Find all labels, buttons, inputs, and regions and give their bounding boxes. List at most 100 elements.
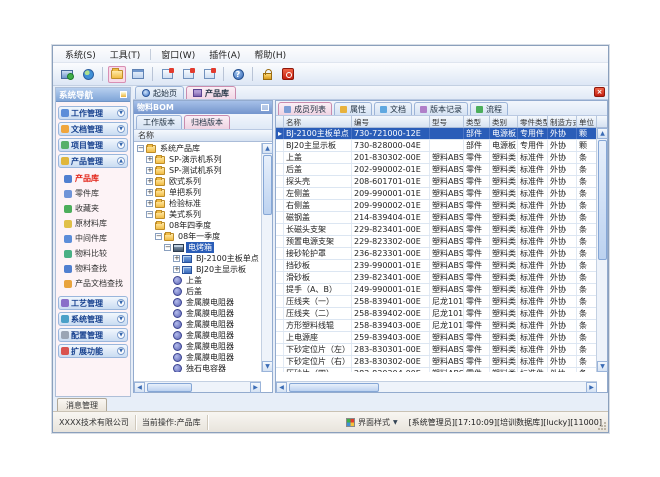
table-row[interactable]: 下砂定位片（左）283-830301-00E塑料ABS零件塑料类标准件外协条 — [276, 344, 597, 356]
column-header-类别[interactable]: 类别 — [490, 116, 518, 127]
table-row[interactable]: BJ20主显示板730-828000-04E部件电源板专用件外协颗 — [276, 140, 597, 152]
chevron-down-icon[interactable]: ▼ — [117, 109, 125, 117]
chevron-up-icon[interactable]: ▲ — [117, 157, 125, 165]
exit-button[interactable] — [279, 66, 297, 83]
expand-icon[interactable]: + — [173, 255, 180, 262]
sidebar-section-项目管理[interactable]: 项目管理▼ — [58, 138, 128, 152]
tree-node-后盖[interactable]: 后盖 — [134, 286, 261, 297]
pin-icon[interactable] — [261, 104, 269, 111]
sidebar-item-物料比较[interactable]: 物料比较 — [64, 246, 128, 261]
scrollbar-thumb[interactable] — [289, 383, 379, 392]
column-header-编号[interactable]: 编号 — [352, 116, 430, 127]
sidebar-item-零件库[interactable]: 零件库 — [64, 186, 128, 201]
ui-style-button[interactable]: 界面样式 ▼ — [341, 417, 403, 428]
collapse-icon[interactable]: − — [146, 211, 153, 218]
tree-node-金属膜电阻器[interactable]: 金属膜电阻器 — [134, 319, 261, 330]
tree-node-金属膜电阻器[interactable]: 金属膜电阻器 — [134, 308, 261, 319]
chevron-down-icon[interactable]: ▼ — [117, 141, 125, 149]
tab-流程[interactable]: 流程 — [470, 102, 508, 115]
scroll-down-icon[interactable]: ▼ — [597, 361, 608, 372]
expand-icon[interactable]: + — [146, 200, 153, 207]
chevron-down-icon[interactable]: ▼ — [117, 331, 125, 339]
tree-node-独石电容器[interactable]: 独石电容器 — [134, 363, 261, 372]
tree-node-单把系列[interactable]: +单把系列 — [134, 187, 261, 198]
scroll-left-icon[interactable]: ◀ — [276, 382, 287, 393]
tree-node-检验标准[interactable]: +检验标准 — [134, 198, 261, 209]
collapse-icon[interactable]: − — [137, 145, 144, 152]
tree-horizontal-scrollbar[interactable]: ◀ ▶ — [134, 381, 261, 392]
tree-node-美式系列[interactable]: −美式系列 — [134, 209, 261, 220]
sidebar-section-扩展功能[interactable]: 扩展功能▼ — [58, 344, 128, 358]
chevron-down-icon[interactable]: ▼ — [117, 299, 125, 307]
message-manager-tab[interactable]: 消息管理 — [57, 398, 107, 411]
table-horizontal-scrollbar[interactable]: ◀ ▶ — [276, 381, 597, 392]
doc-tab-产品库[interactable]: 产品库 — [186, 86, 236, 99]
close-document-button[interactable]: × — [594, 87, 605, 97]
scroll-down-icon[interactable]: ▼ — [262, 361, 273, 372]
tab-属性[interactable]: 属性 — [334, 102, 372, 115]
table-row[interactable]: ▸BJ-2100主板单点730-721000-12E部件电源板专用件外协颗 — [276, 128, 597, 140]
resize-grip[interactable] — [597, 421, 607, 431]
column-header-制造方式[interactable]: 制造方式 — [548, 116, 577, 127]
expand-icon[interactable]: + — [146, 178, 153, 185]
menu-item-2[interactable]: 工具(T) — [104, 47, 147, 62]
version-tab-工作版本[interactable]: 工作版本 — [136, 115, 182, 129]
version-tab-归档版本[interactable]: 归档版本 — [184, 115, 230, 129]
column-header-单位[interactable]: 单位 — [577, 116, 597, 127]
tree-node-BJ20主显示板[interactable]: +BJ20主显示板 — [134, 264, 261, 275]
tab-版本记录[interactable]: 版本记录 — [414, 102, 468, 115]
scrollbar-thumb[interactable] — [598, 140, 607, 260]
tree-node-系统产品库[interactable]: −系统产品库 — [134, 143, 261, 154]
tree-node-欧式系列[interactable]: +欧式系列 — [134, 176, 261, 187]
table-row[interactable]: 压线夹（二）258-839402-00E尼龙1010零件塑料类标准件外协条 — [276, 308, 597, 320]
tree-node-SP-演示机系列[interactable]: +SP-演示机系列 — [134, 154, 261, 165]
bom-grid-button[interactable] — [129, 66, 147, 83]
doc-checkout-button[interactable] — [179, 66, 197, 83]
expand-icon[interactable]: + — [146, 167, 153, 174]
chevron-down-icon[interactable]: ▼ — [117, 315, 125, 323]
tree-vertical-scrollbar[interactable]: ▲ ▼ — [261, 143, 272, 372]
column-header-零件类型[interactable]: 零件类型 — [518, 116, 548, 127]
table-row[interactable]: 挡砂板239-990001-01E塑料ABS零件塑料类标准件外协条 — [276, 260, 597, 272]
tree-column-header[interactable]: 名称 — [134, 130, 272, 142]
column-header-类型[interactable]: 类型 — [464, 116, 490, 127]
sidebar-section-产品管理[interactable]: 产品管理▲ — [58, 154, 128, 168]
menu-item-5[interactable]: 帮助(H) — [248, 47, 292, 62]
menu-item-4[interactable]: 插件(A) — [203, 47, 246, 62]
scroll-right-icon[interactable]: ▶ — [250, 382, 261, 393]
table-row[interactable]: 压砂片（四）283-830304-00E塑料ABS零件塑料类标准件外协条 — [276, 368, 597, 372]
chevron-down-icon[interactable]: ▼ — [117, 125, 125, 133]
scroll-up-icon[interactable]: ▲ — [597, 128, 608, 139]
navigator-menu-icon[interactable] — [120, 91, 127, 98]
table-row[interactable]: 下砂定位片（右）283-830302-00E塑料ABS零件塑料类标准件外协条 — [276, 356, 597, 368]
table-row[interactable]: 长磁头支架229-823401-00E塑料ABS零件塑料类标准件外协条 — [276, 224, 597, 236]
tree-node-上盖[interactable]: 上盖 — [134, 275, 261, 286]
table-row[interactable]: 接砂轮护罩236-823301-00E塑料ABS零件塑料类标准件外协条 — [276, 248, 597, 260]
table-row[interactable]: 滑砂板239-823401-00E塑料ABS零件塑料类标准件外协条 — [276, 272, 597, 284]
scrollbar-thumb[interactable] — [147, 383, 192, 392]
tree-node-金属膜电阻器[interactable]: 金属膜电阻器 — [134, 297, 261, 308]
tree-node-金属膜电阻器[interactable]: 金属膜电阻器 — [134, 352, 261, 363]
expand-icon[interactable]: + — [146, 156, 153, 163]
doc-checkin-button[interactable] — [200, 66, 218, 83]
chevron-down-icon[interactable]: ▼ — [117, 347, 125, 355]
tree-node-SP-测试机系列[interactable]: +SP-测试机系列 — [134, 165, 261, 176]
collapse-icon[interactable]: − — [155, 233, 162, 240]
tree-node-08年一季度[interactable]: −08年一季度 — [134, 231, 261, 242]
tab-文档[interactable]: 文档 — [374, 102, 412, 115]
tree-node-08年四季度[interactable]: 08年四季度 — [134, 220, 261, 231]
sidebar-item-原材料库[interactable]: 原材料库 — [64, 216, 128, 231]
sidebar-item-中间件库[interactable]: 中间件库 — [64, 231, 128, 246]
table-row[interactable]: 上盖201-830302-00E塑料ABS零件塑料类标准件外协条 — [276, 152, 597, 164]
sidebar-section-系统管理[interactable]: 系统管理▼ — [58, 312, 128, 326]
expand-icon[interactable]: + — [173, 266, 180, 273]
table-row[interactable]: 后盖202-990002-01E塑料ABS零件塑料类标准件外协条 — [276, 164, 597, 176]
sidebar-item-产品文档查找[interactable]: 产品文档查找 — [64, 276, 128, 291]
table-row[interactable]: 探头壳208-601701-01E塑料ABS零件塑料类标准件外协条 — [276, 176, 597, 188]
table-row[interactable]: 方形塑料线辊258-839403-00E尼龙1010零件塑料类标准件外协条 — [276, 320, 597, 332]
table-row[interactable]: 上电源座259-839403-00E塑料ABS零件塑料类标准件外协条 — [276, 332, 597, 344]
help-button[interactable]: ? — [229, 66, 247, 83]
sidebar-section-工艺管理[interactable]: 工艺管理▼ — [58, 296, 128, 310]
sidebar-section-文档管理[interactable]: 文档管理▼ — [58, 122, 128, 136]
doc-new-button[interactable] — [158, 66, 176, 83]
